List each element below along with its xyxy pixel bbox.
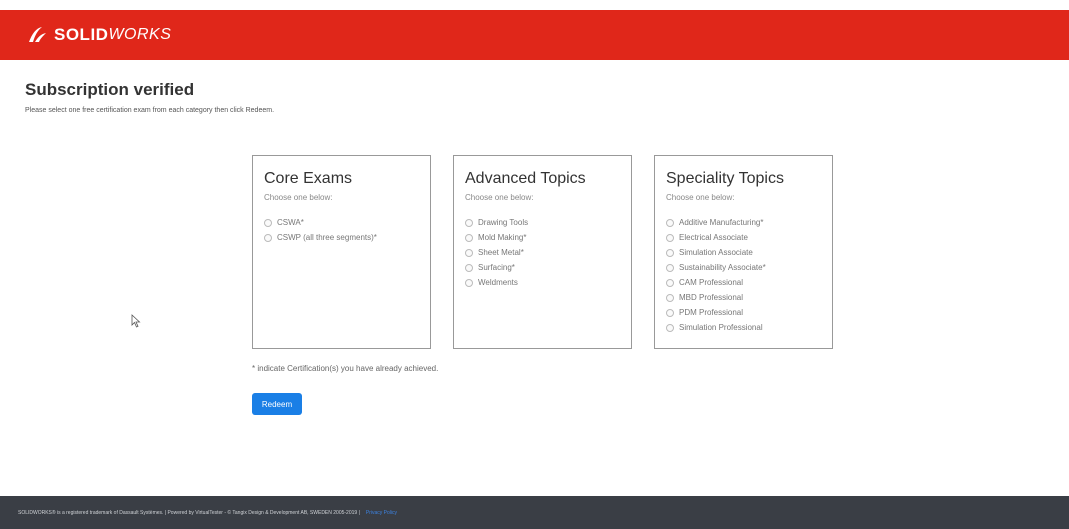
radio-button[interactable]	[666, 233, 674, 242]
exam-option-label: Electrical Associate	[679, 233, 748, 242]
category-title: Core Exams	[264, 170, 353, 187]
header-bar: SOLID WORKS	[0, 10, 1069, 60]
exam-option-label: Mold Making*	[478, 233, 527, 242]
logo-text-works: WORKS	[108, 26, 172, 43]
radio-button[interactable]	[666, 218, 674, 227]
exam-option-label: Surfacing*	[478, 263, 515, 272]
achieved-note: * indicate Certification(s) you have alr…	[252, 364, 439, 373]
category-card-speciality-topics: Speciality Topics Choose one below: Addi…	[654, 155, 833, 349]
radio-button[interactable]	[465, 263, 473, 272]
exam-option-label: Sheet Metal*	[478, 248, 524, 257]
exam-option-sheet-metal[interactable]: Sheet Metal*	[465, 245, 621, 260]
footer-copyright: SOLIDWORKS® is a registered trademark of…	[18, 509, 360, 516]
category-hint: Choose one below:	[465, 193, 534, 202]
radio-button[interactable]	[666, 278, 674, 287]
category-title: Speciality Topics	[666, 170, 784, 187]
radio-button[interactable]	[666, 293, 674, 302]
exam-option-additive-manufacturing[interactable]: Additive Manufacturing*	[666, 215, 822, 230]
top-strip	[0, 0, 1069, 10]
radio-button[interactable]	[666, 263, 674, 272]
radio-button[interactable]	[666, 248, 674, 257]
radio-button[interactable]	[264, 218, 272, 227]
exam-option-label: CSWP (all three segments)*	[277, 233, 377, 242]
redeem-button[interactable]: Redeem	[252, 393, 302, 415]
exam-option-label: Drawing Tools	[478, 218, 529, 227]
exam-option-label: Simulation Associate	[679, 248, 753, 257]
exam-option-electrical-associate[interactable]: Electrical Associate	[666, 230, 822, 245]
exam-option-cswa[interactable]: CSWA*	[264, 215, 420, 230]
page-title: Subscription verified	[25, 80, 195, 99]
radio-button[interactable]	[666, 323, 674, 332]
page: SOLID WORKS Subscription verified Please …	[0, 0, 1069, 529]
footer-bar: SOLIDWORKS® is a registered trademark of…	[0, 496, 1069, 529]
ds-logo-icon	[29, 27, 46, 42]
exam-option-pdm-professional[interactable]: PDM Professional	[666, 305, 822, 320]
category-title: Advanced Topics	[465, 170, 586, 187]
exam-option-label: Simulation Professional	[679, 323, 763, 332]
mouse-cursor-icon	[131, 314, 141, 328]
solidworks-logo[interactable]: SOLID WORKS	[26, 24, 171, 46]
radio-button[interactable]	[465, 248, 473, 257]
radio-button[interactable]	[264, 233, 272, 242]
category-card-advanced-topics: Advanced Topics Choose one below: Drawin…	[453, 155, 632, 349]
radio-button[interactable]	[465, 233, 473, 242]
exam-option-cam-professional[interactable]: CAM Professional	[666, 275, 822, 290]
logo-text-solid: SOLID	[54, 25, 109, 44]
exam-option-label: PDM Professional	[679, 308, 744, 317]
exam-option-label: Sustainability Associate*	[679, 263, 766, 272]
category-card-core-exams: Core Exams Choose one below: CSWA* CSWP …	[252, 155, 431, 349]
radio-button[interactable]	[465, 278, 473, 287]
exam-option-sustainability-associate[interactable]: Sustainability Associate*	[666, 260, 822, 275]
exam-option-weldments[interactable]: Weldments	[465, 275, 621, 290]
exam-option-label: CSWA*	[277, 218, 304, 227]
radio-button[interactable]	[666, 308, 674, 317]
exam-option-surfacing[interactable]: Surfacing*	[465, 260, 621, 275]
exam-option-simulation-professional[interactable]: Simulation Professional	[666, 320, 822, 335]
exam-option-cswp[interactable]: CSWP (all three segments)*	[264, 230, 420, 245]
exam-option-label: CAM Professional	[679, 278, 744, 287]
exam-option-drawing-tools[interactable]: Drawing Tools	[465, 215, 621, 230]
exam-option-mbd-professional[interactable]: MBD Professional	[666, 290, 822, 305]
exam-option-label: Additive Manufacturing*	[679, 218, 764, 227]
exam-option-label: MBD Professional	[679, 293, 744, 302]
exam-option-label: Weldments	[478, 278, 518, 287]
page-instructions: Please select one free certification exa…	[25, 107, 275, 114]
category-hint: Choose one below:	[264, 193, 333, 202]
radio-button[interactable]	[465, 218, 473, 227]
category-hint: Choose one below:	[666, 193, 735, 202]
exam-option-simulation-associate[interactable]: Simulation Associate	[666, 245, 822, 260]
exam-option-mold-making[interactable]: Mold Making*	[465, 230, 621, 245]
privacy-policy-link[interactable]: Privacy Policy	[366, 510, 397, 516]
